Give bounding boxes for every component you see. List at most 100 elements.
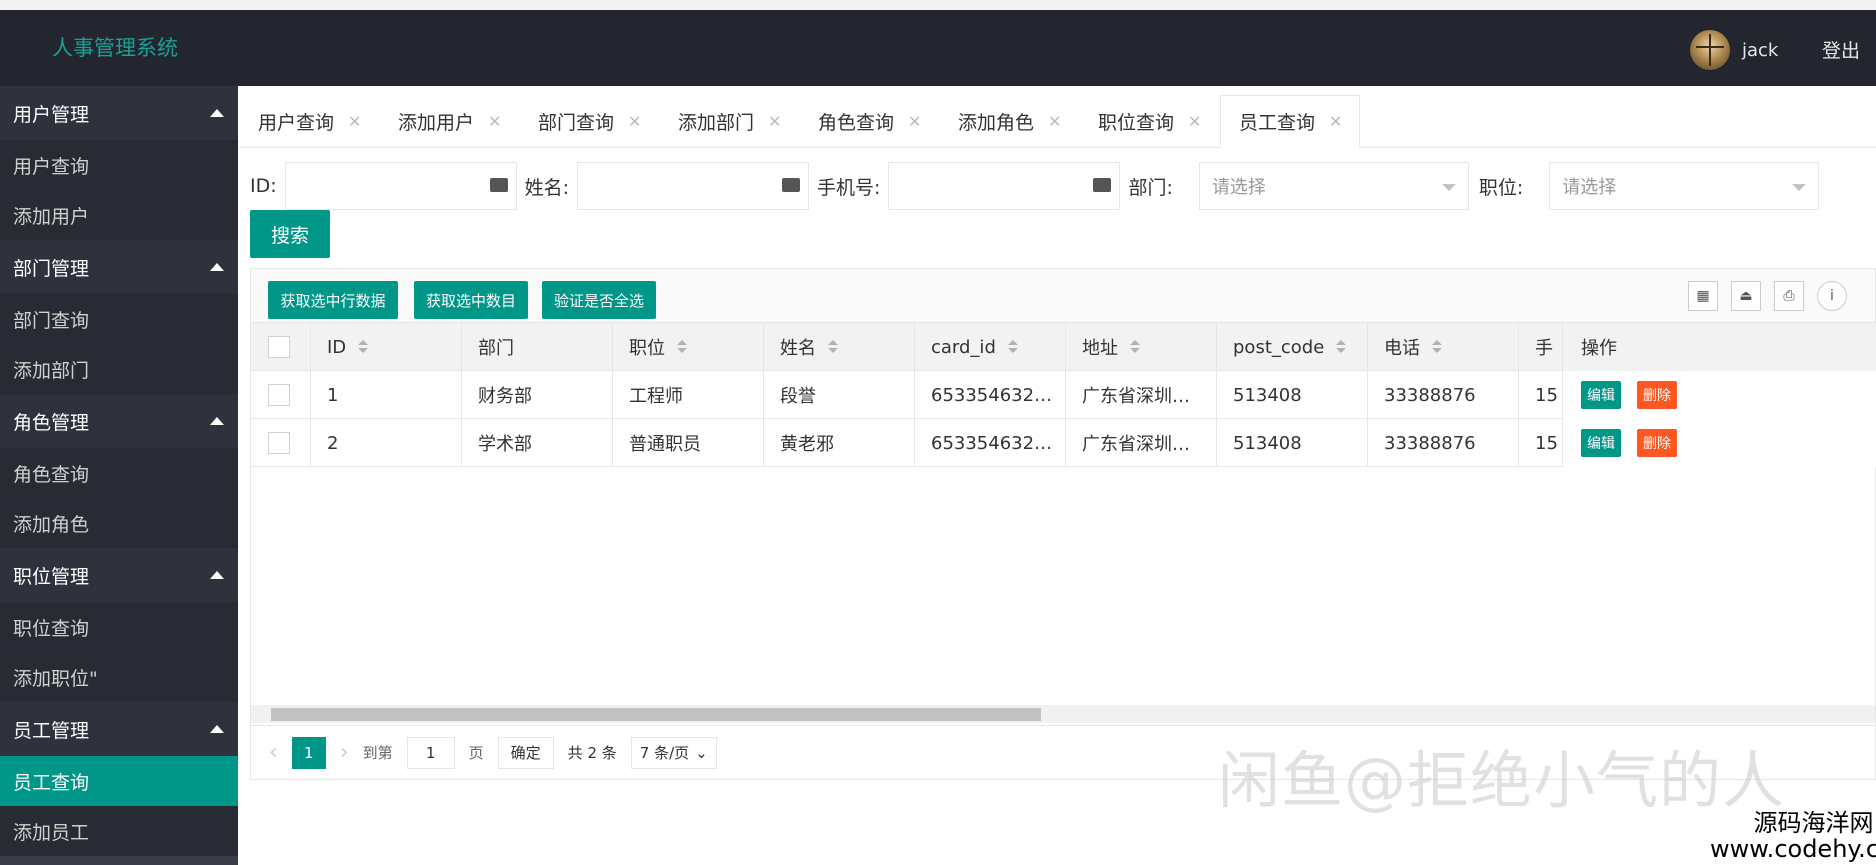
col-name[interactable]: 姓名 [764,323,915,371]
app-title: 人事管理系统 [52,36,178,60]
phone-input[interactable] [888,162,1121,210]
col-id[interactable]: ID [311,323,462,371]
col-phone[interactable]: 电话 [1368,323,1519,371]
tab-label: 角色查询 [818,111,895,134]
id-label: ID: [250,175,277,197]
position-select[interactable]: 请选择 [1549,162,1820,210]
sidebar-item-add-dept[interactable]: 添加部门 [0,344,238,394]
sidebar-item-add-role[interactable]: 添加角色 [0,498,238,548]
delete-button[interactable]: 删除 [1637,381,1677,409]
col-position[interactable]: 职位 [613,323,764,371]
sidebar-item-add-employee[interactable]: 添加员工 [0,806,238,856]
sidebar-item-add-position[interactable]: 添加职位" [0,652,238,702]
cell-name: 段誉 [764,371,915,419]
sidebar-item-position-query[interactable]: 职位查询 [0,602,238,652]
page-size-select[interactable]: 7 条/页 ⌄ [630,736,717,769]
row-checkbox[interactable] [268,384,290,406]
tab-label: 添加用户 [398,111,475,134]
sidebar-group-label: 角色管理 [13,411,90,434]
close-icon[interactable]: ✕ [1188,112,1201,131]
chevron-down-icon [1441,184,1456,191]
tab-role-query[interactable]: 角色查询 ✕ [800,95,940,147]
edit-button[interactable]: 编辑 [1581,429,1621,457]
scrollbar-thumb[interactable] [271,708,1041,721]
search-button[interactable]: 搜索 [250,210,330,258]
sidebar-item-user-query[interactable]: 用户查询 [0,140,238,190]
close-icon[interactable]: ✕ [628,112,641,131]
sidebar: 用户管理 用户查询 添加用户 部门管理 部门查询 添加部门 角色管理 角色查询 … [0,86,238,865]
sort-icon[interactable] [1007,340,1018,354]
cell-card-id: 653354632… [915,419,1066,467]
tab-add-user[interactable]: 添加用户 ✕ [380,95,520,147]
col-label: 操作 [1581,338,1617,359]
col-dept: 部门 [462,323,613,371]
table-header: ID 部门 职位 姓名 card_id 地址 post_code 电话 手 操作 [251,323,1876,371]
table-row[interactable]: 2 学术部 普通职员 黄老邪 653354632… 广东省深圳… 513408 … [251,419,1876,467]
sort-icon[interactable] [828,340,838,354]
sidebar-item-add-user[interactable]: 添加用户 [0,190,238,240]
close-icon[interactable]: ✕ [908,112,921,131]
tab-user-query[interactable]: 用户查询 ✕ [240,95,380,147]
close-icon[interactable]: ✕ [768,112,781,131]
info-icon[interactable]: i [1817,281,1847,311]
user-menu[interactable]: jack [1690,30,1778,70]
sort-icon[interactable] [1336,340,1347,354]
print-icon[interactable]: ⎙ [1774,281,1804,311]
tab-dept-query[interactable]: 部门查询 ✕ [520,95,660,147]
col-label: 部门 [478,338,514,359]
sidebar-group-user[interactable]: 用户管理 [0,86,238,140]
col-card-id[interactable]: card_id [915,323,1066,371]
select-all-checkbox[interactable] [268,336,290,358]
sidebar-group-position[interactable]: 职位管理 [0,548,238,602]
horizontal-scrollbar[interactable] [251,705,1875,723]
col-address[interactable]: 地址 [1066,323,1217,371]
close-icon[interactable]: ✕ [488,112,501,131]
cell-address: 广东省深圳… [1066,419,1217,467]
goto-page-input[interactable]: 1 [406,736,455,769]
cell-card-id: 653354632… [915,371,1066,419]
sort-icon[interactable] [358,340,369,354]
col-label: post_code [1233,336,1325,358]
close-icon[interactable]: ✕ [348,112,361,131]
get-selected-count-button[interactable]: 获取选中数目 [414,281,528,319]
page-1-button[interactable]: 1 [291,736,326,769]
prev-page-icon[interactable]: ‹ [269,740,278,765]
delete-button[interactable]: 删除 [1637,429,1677,457]
top-bar: 人事管理系统 jack 登出 [0,0,1876,86]
sidebar-group-role[interactable]: 角色管理 [0,394,238,448]
username[interactable]: jack [1742,40,1778,61]
row-checkbox[interactable] [268,432,290,454]
name-input[interactable] [577,162,810,210]
sidebar-item-dept-query[interactable]: 部门查询 [0,294,238,344]
sidebar-item-employee-query[interactable]: 员工查询 [0,756,238,806]
tab-add-role[interactable]: 添加角色 ✕ [940,95,1080,147]
sort-icon[interactable] [1130,340,1140,354]
table-row[interactable]: 1 财务部 工程师 段誉 653354632… 广东省深圳… 513408 33… [251,371,1876,419]
sidebar-item-role-query[interactable]: 角色查询 [0,448,238,498]
name-label: 姓名: [524,176,570,199]
close-icon[interactable]: ✕ [1329,112,1342,131]
avatar[interactable] [1690,30,1730,70]
id-input[interactable] [284,162,517,210]
dept-select[interactable]: 请选择 [1198,162,1469,210]
logout-link[interactable]: 登出 [1822,36,1860,63]
col-post-code[interactable]: post_code [1217,323,1368,371]
tab-label: 职位查询 [1098,111,1175,134]
tab-position-query[interactable]: 职位查询 ✕ [1080,95,1220,147]
cell-address: 广东省深圳… [1066,371,1217,419]
goto-confirm-button[interactable]: 确定 [497,736,554,769]
tab-add-dept[interactable]: 添加部门 ✕ [660,95,800,147]
sort-icon[interactable] [677,340,687,354]
check-all-button[interactable]: 验证是否全选 [542,281,656,319]
sort-icon[interactable] [1432,340,1442,354]
close-icon[interactable]: ✕ [1048,112,1061,131]
columns-icon[interactable]: ▦ [1688,281,1718,311]
export-icon[interactable]: ⏏ [1731,281,1761,311]
get-selected-rows-button[interactable]: 获取选中行数据 [268,281,398,319]
tab-label: 添加角色 [958,111,1035,134]
next-page-icon[interactable]: › [340,740,349,765]
sidebar-group-employee[interactable]: 员工管理 [0,702,238,756]
tab-employee-query[interactable]: 员工查询 ✕ [1220,95,1360,148]
sidebar-group-dept[interactable]: 部门管理 [0,240,238,294]
edit-button[interactable]: 编辑 [1581,381,1621,409]
